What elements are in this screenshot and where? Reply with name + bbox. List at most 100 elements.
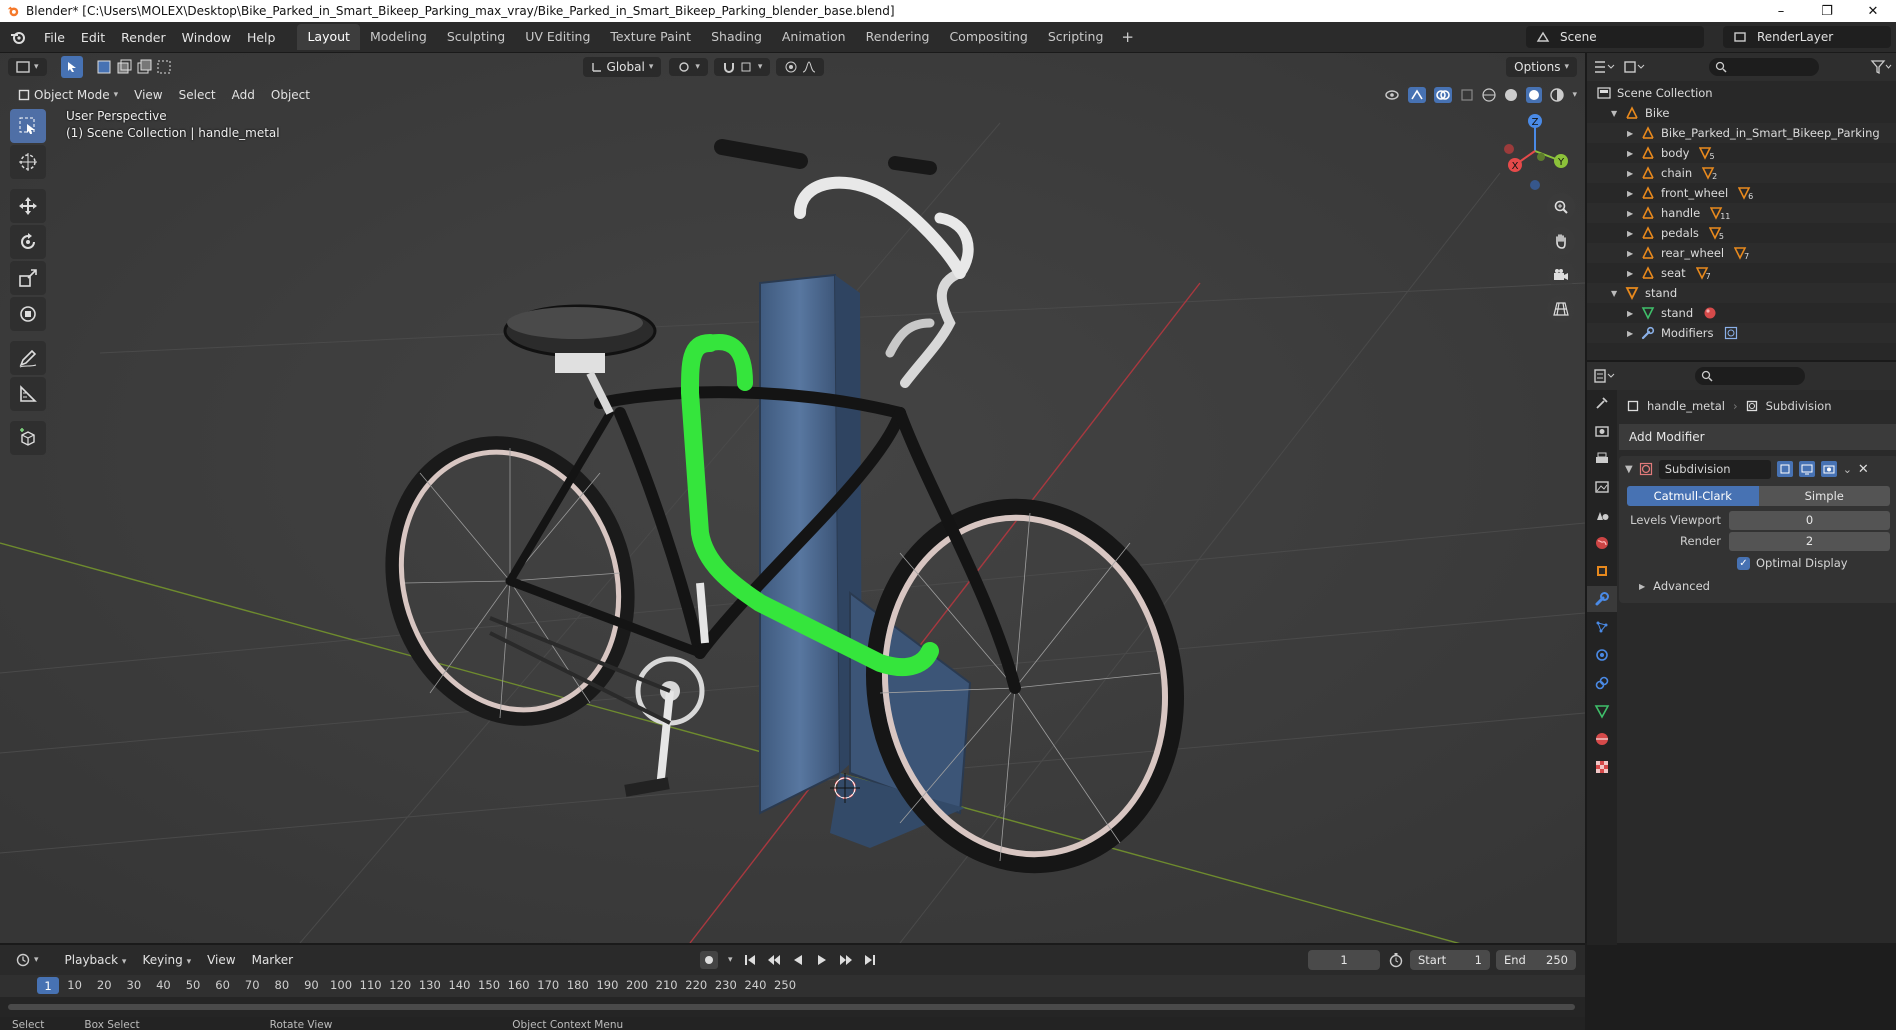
maximize-button[interactable]: ❐ bbox=[1804, 0, 1850, 22]
tab-scene[interactable] bbox=[1587, 502, 1617, 528]
play-reverse-icon[interactable] bbox=[791, 953, 805, 967]
menu-render[interactable]: Render bbox=[113, 30, 174, 45]
navigation-gizmo[interactable]: Z Y X bbox=[1495, 111, 1575, 191]
prev-keyframe-icon[interactable] bbox=[767, 953, 781, 967]
outliner-row-modifiers[interactable]: ▶ Modifiers bbox=[1587, 323, 1896, 343]
tool-cursor[interactable] bbox=[10, 145, 46, 179]
shading-wireframe-icon[interactable] bbox=[1482, 88, 1497, 102]
viewport-toggle-icon[interactable] bbox=[1798, 461, 1815, 477]
visibility-icon[interactable] bbox=[1384, 88, 1400, 102]
collapsed-triangle-icon[interactable]: ▶ bbox=[1627, 309, 1639, 318]
tool-select-box[interactable] bbox=[10, 109, 46, 143]
outliner-editor-icon[interactable] bbox=[1593, 59, 1615, 75]
catmull-clark-button[interactable]: Catmull-Clark bbox=[1627, 486, 1759, 506]
scene-selector[interactable]: Scene bbox=[1526, 26, 1704, 48]
timeline-track[interactable] bbox=[0, 997, 1585, 1017]
modifier-menu-chevron-icon[interactable]: ⌄ bbox=[1843, 463, 1852, 476]
blender-menu-icon[interactable] bbox=[10, 29, 26, 45]
tab-texture[interactable] bbox=[1587, 754, 1617, 780]
object-mode-dropdown[interactable]: Object Mode ▾ bbox=[10, 85, 126, 105]
outliner-search-input[interactable] bbox=[1709, 58, 1819, 76]
snap-dropdown[interactable]: ▾ bbox=[713, 58, 771, 76]
outliner-row-pedals[interactable]: ▶ pedals 5 bbox=[1587, 223, 1896, 243]
overlays-toggle-icon[interactable] bbox=[1434, 87, 1453, 103]
modifier-name-field[interactable]: Subdivision bbox=[1658, 459, 1771, 479]
outliner-row-chain[interactable]: ▶ chain 2 bbox=[1587, 163, 1896, 183]
tab-sculpting[interactable]: Sculpting bbox=[437, 24, 515, 50]
add-modifier-button[interactable]: Add Modifier bbox=[1619, 424, 1896, 450]
tab-compositing[interactable]: Compositing bbox=[939, 24, 1037, 50]
outliner-row-scene-collection[interactable]: Scene Collection bbox=[1587, 83, 1896, 103]
close-button[interactable]: ✕ bbox=[1850, 0, 1896, 22]
timeline-editor-type[interactable]: ▾ bbox=[8, 950, 47, 970]
outliner-row-handle[interactable]: ▶ handle 11 bbox=[1587, 203, 1896, 223]
collapse-chevron-icon[interactable]: ▼ bbox=[1625, 464, 1633, 475]
xray-icon[interactable] bbox=[1460, 88, 1474, 102]
add-workspace-button[interactable]: + bbox=[1113, 24, 1142, 50]
tab-physics[interactable] bbox=[1587, 642, 1617, 668]
viewport-menu-add[interactable]: Add bbox=[224, 88, 263, 102]
expanded-triangle-icon[interactable]: ▼ bbox=[1611, 289, 1623, 298]
tool-annotate[interactable] bbox=[10, 341, 46, 375]
shading-options-chevron[interactable]: ▾ bbox=[1572, 90, 1577, 100]
menu-file[interactable]: File bbox=[36, 30, 73, 45]
select-tool-button[interactable] bbox=[60, 56, 83, 78]
timeline-menu-keying[interactable]: Keying ▾ bbox=[134, 953, 199, 967]
tab-modifiers[interactable] bbox=[1587, 586, 1617, 612]
collapsed-triangle-icon[interactable]: ▶ bbox=[1627, 169, 1639, 178]
properties-editor-icon[interactable] bbox=[1593, 368, 1615, 384]
select-subtract-icon[interactable] bbox=[135, 58, 153, 76]
minimize-button[interactable]: – bbox=[1758, 0, 1804, 22]
menu-edit[interactable]: Edit bbox=[73, 30, 113, 45]
collapsed-triangle-icon[interactable]: ▶ bbox=[1627, 269, 1639, 278]
edit-mode-toggle-icon[interactable] bbox=[1776, 461, 1793, 477]
transform-orientation-dropdown[interactable]: Global ▾ bbox=[582, 57, 662, 77]
advanced-subpanel[interactable]: ▶ Advanced bbox=[1619, 575, 1896, 597]
tool-add-cube[interactable] bbox=[10, 421, 46, 455]
tab-texture-paint[interactable]: Texture Paint bbox=[600, 24, 701, 50]
tool-transform[interactable] bbox=[10, 297, 46, 331]
current-frame-field[interactable]: 1 bbox=[1308, 950, 1380, 970]
tab-layout[interactable]: Layout bbox=[297, 24, 360, 50]
simple-button[interactable]: Simple bbox=[1758, 486, 1890, 506]
collapsed-triangle-icon[interactable]: ▶ bbox=[1627, 189, 1639, 198]
auto-keying-chevron-icon[interactable]: ▾ bbox=[728, 955, 733, 965]
outliner-row-stand[interactable]: ▼ stand bbox=[1587, 283, 1896, 303]
outliner-row-front-wheel[interactable]: ▶ front_wheel 6 bbox=[1587, 183, 1896, 203]
tab-material[interactable] bbox=[1587, 726, 1617, 752]
remove-modifier-icon[interactable]: ✕ bbox=[1858, 462, 1869, 477]
stopwatch-icon[interactable] bbox=[1388, 952, 1404, 968]
tool-scale[interactable] bbox=[10, 261, 46, 295]
shading-material-icon[interactable] bbox=[1526, 87, 1543, 103]
pan-button[interactable] bbox=[1547, 227, 1575, 255]
outliner-row-bike-parked-in-smart-bikeep-parking[interactable]: ▶ Bike_Parked_in_Smart_Bikeep_Parking bbox=[1587, 123, 1896, 143]
ortho-toggle-button[interactable] bbox=[1547, 295, 1575, 323]
tab-animation[interactable]: Animation bbox=[772, 24, 856, 50]
editor-type-dropdown[interactable]: ▾ bbox=[8, 58, 47, 76]
render-levels-field[interactable]: 2 bbox=[1729, 531, 1890, 551]
tab-shading[interactable]: Shading bbox=[701, 24, 772, 50]
tool-rotate[interactable] bbox=[10, 225, 46, 259]
collapsed-triangle-icon[interactable]: ▶ bbox=[1627, 329, 1639, 338]
timeline-frame-ruler[interactable]: 1 10 20 30 40 50 60 70 80 90 100 110 120 130 140 150 16… bbox=[0, 975, 1585, 997]
camera-view-button[interactable] bbox=[1547, 261, 1575, 289]
gizmo-toggle-icon[interactable] bbox=[1408, 87, 1427, 103]
properties-search-input[interactable] bbox=[1695, 367, 1805, 385]
render-toggle-icon[interactable] bbox=[1820, 461, 1837, 477]
tab-object[interactable] bbox=[1587, 558, 1617, 584]
render-layer-selector[interactable]: RenderLayer bbox=[1723, 26, 1891, 48]
next-keyframe-icon[interactable] bbox=[839, 953, 853, 967]
select-intersect-icon[interactable] bbox=[155, 58, 173, 76]
outliner-row-rear-wheel[interactable]: ▶ rear_wheel 7 bbox=[1587, 243, 1896, 263]
select-new-icon[interactable] bbox=[95, 58, 113, 76]
menu-window[interactable]: Window bbox=[174, 30, 239, 45]
proportional-edit-dropdown[interactable] bbox=[776, 58, 825, 76]
tool-move[interactable] bbox=[10, 189, 46, 223]
timeline-menu-view[interactable]: View bbox=[199, 953, 243, 967]
viewport-menu-select[interactable]: Select bbox=[171, 88, 224, 102]
timeline-scrollbar[interactable] bbox=[8, 1004, 1575, 1010]
tab-scripting[interactable]: Scripting bbox=[1038, 24, 1114, 50]
outliner-row-stand[interactable]: ▶ stand bbox=[1587, 303, 1896, 323]
tab-object-data[interactable] bbox=[1587, 698, 1617, 724]
start-frame-field[interactable]: Start 1 bbox=[1410, 950, 1490, 970]
